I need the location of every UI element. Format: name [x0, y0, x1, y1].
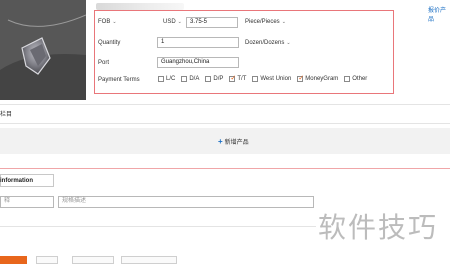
watermark-text: 软件技巧 [318, 211, 439, 244]
plus-icon: + [218, 136, 223, 146]
payment-option-da[interactable]: D/A [181, 76, 199, 82]
name-input[interactable]: 释 [0, 196, 54, 208]
add-product-label: 新增产品 [224, 140, 249, 146]
option-label: T/T [237, 76, 247, 82]
secondary-button[interactable] [121, 256, 177, 264]
payment-option-lc[interactable]: L/C [158, 76, 175, 82]
add-product-button[interactable]: + 新增产品 [218, 137, 249, 146]
payment-option-west-union[interactable]: West Union [252, 76, 291, 82]
quantity-input[interactable]: 1 [157, 37, 239, 48]
payment-option-tt[interactable]: T/T [229, 74, 247, 82]
price-unit-value: Piece/Pieces [245, 19, 280, 25]
chevron-down-icon: ⌄ [177, 19, 182, 25]
checkbox[interactable] [205, 76, 212, 82]
quantity-unit-select[interactable]: Dozen/Dozens ⌄ [245, 40, 291, 46]
chevron-down-icon: ⌄ [112, 19, 117, 25]
checkbox-checked[interactable] [229, 74, 236, 82]
quote-product-link[interactable]: 报价产品 [428, 5, 450, 23]
product-title-blurred [96, 3, 184, 10]
trade-terms-select[interactable]: FOB ⌄ [98, 19, 117, 25]
price-unit-select[interactable]: Piece/Pieces ⌄ [245, 19, 286, 25]
secondary-button[interactable] [72, 256, 114, 264]
checkbox[interactable] [252, 76, 259, 82]
section-header [0, 104, 450, 124]
checkbox-checked[interactable] [297, 74, 304, 82]
price-input[interactable]: 3.75-5 [186, 17, 238, 28]
spec-description-input[interactable]: 规格描述 [58, 196, 314, 208]
payment-terms-options: L/C D/A D/P T/T West Union MoneyGram Oth… [158, 74, 367, 82]
information-tab-label: information [0, 178, 33, 184]
divider [0, 168, 450, 169]
primary-button[interactable] [0, 256, 27, 264]
option-label: MoneyGram [305, 76, 339, 82]
divider [0, 226, 316, 227]
payment-terms-label: Payment Terms [98, 77, 140, 83]
checkbox[interactable] [181, 76, 188, 82]
currency-select[interactable]: USD ⌄ [163, 19, 182, 25]
pendant-image [0, 0, 86, 100]
product-image [0, 0, 86, 100]
quantity-unit-value: Dozen/Dozens [245, 40, 285, 46]
port-label: Port [98, 60, 110, 66]
payment-option-dp[interactable]: D/P [205, 76, 223, 82]
option-label: West Union [260, 76, 292, 82]
option-label: D/P [213, 76, 224, 82]
payment-option-other[interactable]: Other [344, 76, 367, 82]
currency-value: USD [163, 19, 176, 25]
trade-terms-value: FOB [98, 19, 111, 25]
port-input[interactable]: Guangzhou,China [157, 57, 239, 68]
quantity-label: Quantity [98, 40, 121, 46]
chevron-down-icon: ⌄ [286, 40, 291, 46]
checkbox[interactable] [158, 76, 164, 82]
option-label: D/A [189, 76, 200, 82]
secondary-button[interactable] [36, 256, 58, 264]
checkbox[interactable] [344, 76, 351, 82]
chevron-down-icon: ⌄ [281, 19, 286, 25]
payment-option-moneygram[interactable]: MoneyGram [297, 74, 339, 82]
option-label: L/C [166, 76, 176, 82]
option-label: Other [352, 76, 368, 82]
section-title: 栏目 [0, 112, 13, 118]
